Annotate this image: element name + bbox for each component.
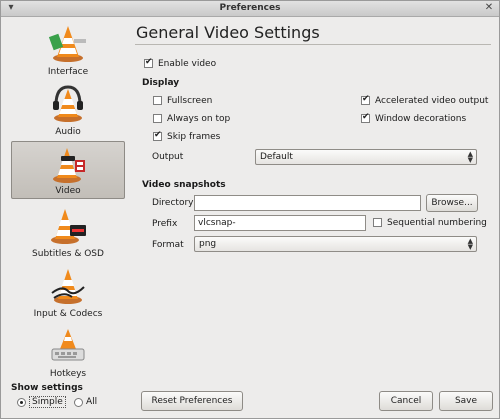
window-decorations-checkbox[interactable]: Window decorations <box>361 112 466 125</box>
checkbox-indicator[interactable] <box>153 96 162 105</box>
subtitles-cone-icon <box>51 209 86 244</box>
reset-preferences-button[interactable]: Reset Preferences <box>141 391 243 411</box>
skip-frames-label: Skip frames <box>167 131 221 142</box>
sidebar-item-label: Input & Codecs <box>33 309 103 319</box>
format-select[interactable]: png ▲ ▼ <box>194 236 477 252</box>
sidebar-item-video[interactable]: Video <box>11 141 125 199</box>
output-select-value: Default <box>260 152 293 162</box>
directory-input[interactable] <box>194 195 421 211</box>
category-sidebar: Interface Audio Video Subtitles & OSD In… <box>1 17 133 379</box>
sequential-numbering-checkbox[interactable]: Sequential numbering <box>373 216 487 229</box>
sidebar-item-audio[interactable]: Audio <box>11 81 125 139</box>
checkbox-indicator[interactable] <box>373 218 382 227</box>
radio-indicator[interactable] <box>74 397 83 407</box>
fullscreen-checkbox[interactable]: Fullscreen <box>153 94 212 107</box>
save-button[interactable]: Save <box>439 391 493 411</box>
always-on-top-label: Always on top <box>167 113 231 124</box>
sidebar-item-label: Subtitles & OSD <box>32 249 104 259</box>
enable-video-label: Enable video <box>158 58 217 69</box>
browse-button[interactable]: Browse... <box>426 194 478 212</box>
fullscreen-label: Fullscreen <box>167 95 213 106</box>
checkbox-indicator[interactable] <box>361 94 370 105</box>
select-arrows-icon: ▲ ▼ <box>467 237 473 251</box>
title-bar: ▾ Preferences ✕ <box>1 1 499 17</box>
input-codecs-cone-icon <box>51 269 85 304</box>
radio-indicator[interactable] <box>17 397 26 407</box>
hotkeys-cone-keyboard-icon <box>51 329 85 361</box>
sequential-numbering-label: Sequential numbering <box>387 217 487 228</box>
page-title: General Video Settings <box>136 23 320 42</box>
close-icon[interactable]: ✕ <box>483 2 495 14</box>
output-label: Output <box>152 152 184 162</box>
display-heading: Display <box>142 78 180 88</box>
select-arrows-icon: ▲ ▼ <box>467 150 473 164</box>
title-divider <box>135 44 491 45</box>
prefix-label: Prefix <box>152 219 178 229</box>
checkbox-indicator[interactable] <box>144 57 153 68</box>
video-snapshots-heading: Video snapshots <box>142 180 226 190</box>
preferences-window: ▾ Preferences ✕ Interface Audio Video Su… <box>0 0 500 419</box>
window-title: Preferences <box>219 3 281 13</box>
interface-cone-icon <box>48 26 86 62</box>
show-settings-label: Show settings <box>11 383 83 393</box>
simple-radio-label: Simple <box>29 396 66 408</box>
sidebar-item-subtitles-osd[interactable]: Subtitles & OSD <box>11 203 125 261</box>
accelerated-video-checkbox[interactable]: Accelerated video output <box>361 94 488 107</box>
cancel-button[interactable]: Cancel <box>379 391 433 411</box>
checkbox-indicator[interactable] <box>153 114 162 123</box>
video-cone-film-icon <box>53 148 85 183</box>
prefix-input[interactable]: vlcsnap- <box>194 215 366 231</box>
all-radio[interactable]: All <box>74 395 97 409</box>
window-decorations-label: Window decorations <box>375 113 467 124</box>
sidebar-item-label: Hotkeys <box>49 369 87 379</box>
sidebar-item-label: Video <box>55 186 81 196</box>
all-radio-label: All <box>86 397 98 407</box>
sidebar-item-label: Audio <box>55 127 81 137</box>
audio-cone-headphones-icon <box>53 85 83 122</box>
checkbox-indicator[interactable] <box>361 112 370 123</box>
skip-frames-checkbox[interactable]: Skip frames <box>153 130 220 143</box>
format-label: Format <box>152 240 184 250</box>
directory-label: Directory <box>152 198 194 208</box>
window-menu-icon[interactable]: ▾ <box>5 2 17 14</box>
output-select[interactable]: Default ▲ ▼ <box>255 149 477 165</box>
always-on-top-checkbox[interactable]: Always on top <box>153 112 230 125</box>
sidebar-item-hotkeys[interactable]: Hotkeys <box>11 323 125 381</box>
sidebar-item-input-codecs[interactable]: Input & Codecs <box>11 263 125 321</box>
accelerated-video-label: Accelerated video output <box>375 95 489 106</box>
simple-radio[interactable]: Simple <box>17 395 66 409</box>
checkbox-indicator[interactable] <box>153 130 162 141</box>
sidebar-item-label: Interface <box>47 67 89 77</box>
enable-video-checkbox[interactable]: Enable video <box>144 57 216 70</box>
format-select-value: png <box>199 239 217 249</box>
sidebar-item-interface[interactable]: Interface <box>11 21 125 79</box>
